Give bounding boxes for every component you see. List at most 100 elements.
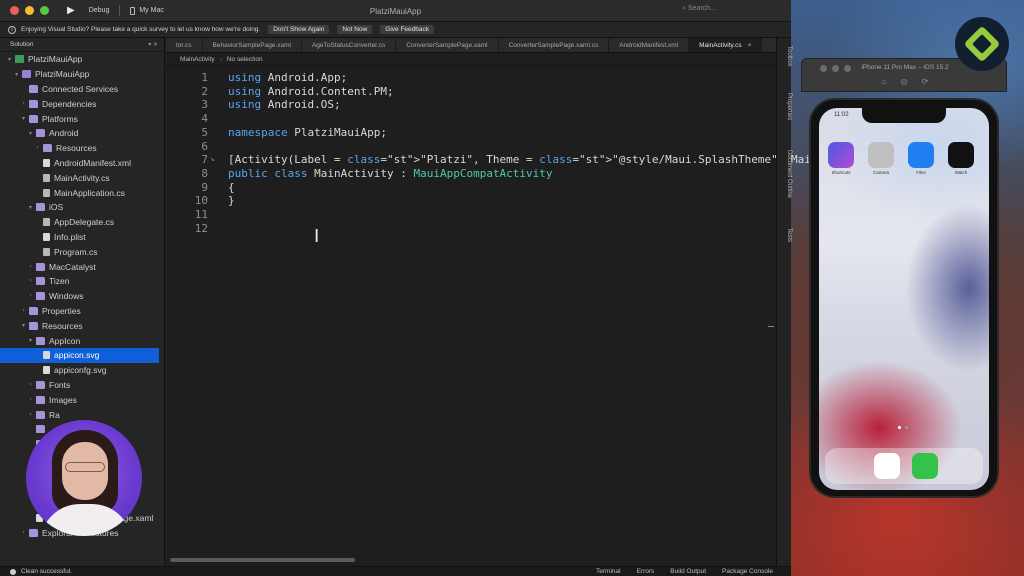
document-tab[interactable]: MainActivity.cs × <box>689 38 763 52</box>
watch-icon <box>948 142 974 168</box>
collapsed-arrow-icon[interactable]: › <box>27 397 34 403</box>
code-area[interactable]: 1 using Android.App; 2 using Android.Conten… <box>166 69 937 549</box>
status-bar: Clean successful. Terminal Errors Build Ou… <box>0 566 791 576</box>
expanded-arrow-icon[interactable]: ▾ <box>27 130 34 137</box>
expanded-arrow-icon[interactable]: ▾ <box>27 337 34 344</box>
right-pad-tab[interactable]: Toolbox <box>777 46 792 67</box>
collapsed-arrow-icon[interactable]: › <box>27 412 34 418</box>
solution-tree-item[interactable]: › Properties <box>0 304 164 319</box>
document-tab[interactable]: BehaviorSamplePage.xaml <box>203 38 302 52</box>
solution-tree-item[interactable]: MainApplication.cs <box>0 185 164 200</box>
tab-label: BehaviorSamplePage.xaml <box>212 41 291 49</box>
collapsed-arrow-icon[interactable]: › <box>27 293 34 299</box>
expanded-arrow-icon[interactable]: ▾ <box>27 204 34 211</box>
line-number: 11 <box>194 208 208 221</box>
document-tab[interactable]: AgeToStatusConverter.cs <box>302 38 397 52</box>
collapsed-arrow-icon[interactable]: › <box>20 308 27 314</box>
solution-tree-item[interactable]: › Fonts <box>0 378 164 393</box>
run-icon[interactable]: ▶ <box>67 5 75 16</box>
code-line[interactable]: { <box>228 181 235 194</box>
bottom-pad-button[interactable]: Package Console <box>722 568 773 575</box>
collapsed-arrow-icon[interactable]: › <box>27 382 34 388</box>
bottom-pad-button[interactable]: Terminal <box>596 568 621 575</box>
dock-app-messages[interactable] <box>911 453 939 479</box>
dock <box>825 448 983 484</box>
solution-tree-item[interactable]: ▾ PlatziMauiApp <box>0 52 164 67</box>
solution-tree-item[interactable]: appiconfg.svg <box>0 363 164 378</box>
collapsed-arrow-icon[interactable]: › <box>27 264 34 270</box>
minimize-window-button[interactable] <box>25 6 34 15</box>
breadcrumb: MainActivity › No selection <box>166 53 776 66</box>
right-pad-tab[interactable]: Tests <box>777 228 792 242</box>
right-pad-tab[interactable]: Properties <box>777 93 792 120</box>
document-tab[interactable]: ConverterSamplePage.xaml.cs <box>499 38 610 52</box>
solution-tree-item[interactable]: ▾ Resources <box>0 318 164 333</box>
home-screen[interactable]: 11:02 Shortcuts Camera Files Watch <box>819 108 989 490</box>
solution-tree-item[interactable]: ▾ Platforms <box>0 111 164 126</box>
collapsed-arrow-icon[interactable]: › <box>27 278 34 284</box>
file-icon <box>43 232 50 241</box>
device-select[interactable]: My Mac <box>139 7 164 14</box>
expanded-arrow-icon[interactable]: ▾ <box>20 115 27 122</box>
breadcrumb-file[interactable]: MainActivity <box>180 56 215 63</box>
breadcrumb-selection[interactable]: No selection <box>227 56 263 63</box>
solution-tree-item[interactable]: › MacCatalyst <box>0 259 164 274</box>
solution-tree-item[interactable]: › Dependencies <box>0 96 164 111</box>
code-line[interactable]: using Android.OS; <box>228 98 341 111</box>
expanded-arrow-icon[interactable]: ▾ <box>6 56 13 63</box>
solution-tree-item[interactable]: ▾ AppIcon <box>0 333 164 348</box>
pad-options-icon[interactable]: ▾ ✕ <box>148 41 158 48</box>
solution-tree-item[interactable]: › Resources <box>0 141 164 156</box>
solution-tree-item[interactable]: › Windows <box>0 289 164 304</box>
give-feedback-button[interactable]: Give Feedback <box>380 25 434 34</box>
code-line[interactable]: using Android.App; <box>228 71 347 84</box>
app-watch[interactable]: Watch <box>947 142 975 175</box>
document-tab[interactable]: tor.cs <box>166 38 203 52</box>
close-window-button[interactable] <box>10 6 19 15</box>
solution-tree-item[interactable]: › Tizen <box>0 274 164 289</box>
search-input[interactable]: ⌕ Search... <box>682 5 767 17</box>
bottom-pad-button[interactable]: Build Output <box>670 568 706 575</box>
horizontal-scrollbar[interactable] <box>170 558 355 562</box>
solution-tree-item[interactable]: Program.cs <box>0 244 164 259</box>
tree-item-label: MainApplication.cs <box>54 187 125 198</box>
solution-tree-item[interactable]: ▾ iOS <box>0 200 164 215</box>
rotate-icon[interactable]: ⟳ <box>922 77 929 86</box>
solution-tree-item[interactable]: ▾ PlatziMauiApp <box>0 67 164 82</box>
quick-fix-icon[interactable]: ↘ <box>210 154 215 163</box>
solution-tree-item[interactable]: AppDelegate.cs <box>0 215 164 230</box>
solution-tree-item[interactable]: Connected Services <box>0 82 164 97</box>
app-camera[interactable]: Camera <box>867 142 895 175</box>
run-configuration-select[interactable]: Debug <box>89 7 110 14</box>
solution-tree-item[interactable]: appicon.svg <box>0 347 159 363</box>
solution-tree-item[interactable]: MainActivity.cs <box>0 170 164 185</box>
dont-show-again-button[interactable]: Don't Show Again <box>268 25 330 34</box>
code-line[interactable]: public class MainActivity : MauiAppCompa… <box>228 167 553 180</box>
expanded-arrow-icon[interactable]: ▾ <box>20 322 27 329</box>
app-files[interactable]: Files <box>907 142 935 175</box>
expanded-arrow-icon[interactable]: ▾ <box>13 71 20 78</box>
document-tab[interactable]: ConverterSamplePage.xaml <box>396 38 499 52</box>
collapsed-arrow-icon[interactable]: › <box>20 530 27 536</box>
tree-item-label: PlatziMauiApp <box>35 69 90 80</box>
close-tab-icon[interactable]: × <box>748 42 752 49</box>
bottom-pad-button[interactable]: Errors <box>637 568 655 575</box>
document-tab[interactable]: AndroidManifest.xml <box>609 38 690 52</box>
solution-tree-item[interactable]: Info.plist <box>0 230 164 245</box>
code-line[interactable]: } <box>228 194 235 207</box>
screenshot-icon[interactable]: ◎ <box>901 77 908 86</box>
collapsed-arrow-icon[interactable]: › <box>20 101 27 107</box>
solution-tree-item[interactable]: › Images <box>0 392 164 407</box>
not-now-button[interactable]: Not Now <box>337 25 373 34</box>
right-pad-tab[interactable]: Document Outline <box>777 150 792 198</box>
code-line[interactable]: namespace PlatziMauiApp; <box>228 126 387 139</box>
zoom-window-button[interactable] <box>40 6 49 15</box>
solution-tree-item[interactable]: AndroidManifest.xml <box>0 156 164 171</box>
dock-app-safari[interactable] <box>873 453 901 479</box>
code-line[interactable]: using Android.Content.PM; <box>228 85 394 98</box>
home-icon[interactable]: ⌂ <box>882 77 887 86</box>
solution-tree-item[interactable]: ▾ Android <box>0 126 164 141</box>
collapsed-arrow-icon[interactable]: › <box>34 145 41 151</box>
tree-item-label: AndroidManifest.xml <box>54 157 132 168</box>
app-shortcuts[interactable]: Shortcuts <box>827 142 855 175</box>
